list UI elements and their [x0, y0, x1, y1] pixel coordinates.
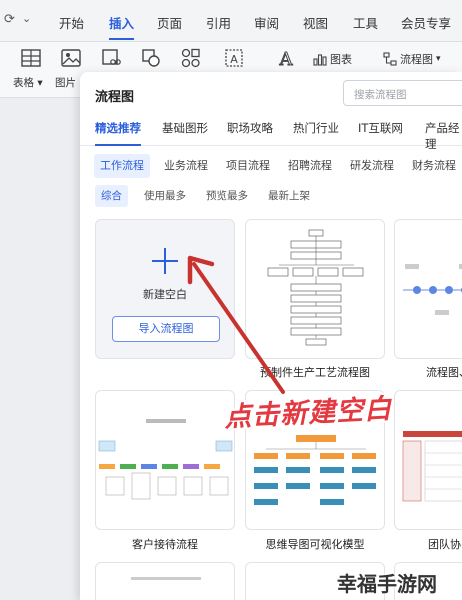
watermark: 幸福手游网	[337, 572, 437, 596]
annotation-arrow	[187, 255, 285, 394]
